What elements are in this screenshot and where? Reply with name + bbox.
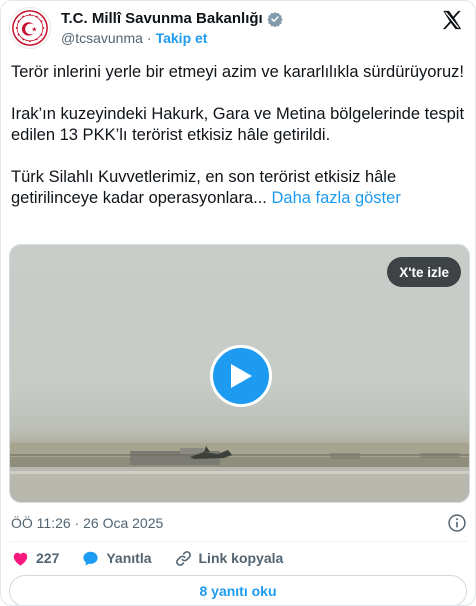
handle-row: @tcsavunma · Takip et [61, 30, 283, 46]
handle-separator: · [146, 30, 152, 46]
tweet-paragraph-last: Türk Silahlı Kuvvetlerimiz, en son terör… [11, 167, 467, 209]
reply-button[interactable]: Yanıtla [81, 549, 152, 568]
author-names: T.C. Millî Savunma Bakanlığı @tcsavunma … [61, 10, 283, 46]
link-icon [175, 550, 191, 566]
copy-link-button[interactable]: Link kopyala [174, 549, 284, 568]
info-icon[interactable] [447, 513, 467, 533]
ministry-emblem-icon [12, 10, 48, 46]
follow-button[interactable]: Takip et [156, 30, 208, 46]
reply-bubble-icon [83, 551, 98, 566]
tweet-card: T.C. Millî Savunma Bakanlığı @tcsavunma … [0, 0, 476, 606]
heart-icon [13, 552, 28, 566]
play-button[interactable] [210, 345, 272, 407]
video-player[interactable]: X'te izle [9, 244, 470, 503]
divider [9, 541, 467, 542]
action-bar: 227 Yanıtla Link kopyala [11, 547, 305, 569]
read-replies-button[interactable]: 8 yanıtı oku [9, 575, 467, 605]
play-icon [231, 364, 252, 388]
avatar[interactable] [9, 7, 51, 49]
tweet-text: Terör inlerini yerle bir etmeyi azim ve … [11, 62, 467, 209]
name-row: T.C. Millî Savunma Bakanlığı [61, 10, 283, 27]
tweet-paragraph: Irak’ın kuzeyindeki Hakurk, Gara ve Meti… [11, 105, 465, 144]
show-more-link[interactable]: Daha fazla göster [271, 189, 400, 207]
tweet-paragraph: Terör inlerini yerle bir etmeyi azim ve … [11, 63, 464, 81]
like-count: 227 [36, 550, 60, 566]
like-button[interactable]: 227 [11, 549, 59, 568]
verified-badge-icon [267, 11, 283, 27]
watch-on-x-button[interactable]: X'te izle [387, 257, 461, 287]
handle[interactable]: @tcsavunma [61, 30, 143, 46]
display-name[interactable]: T.C. Millî Savunma Bakanlığı [61, 10, 263, 27]
tweet-header: T.C. Millî Savunma Bakanlığı @tcsavunma … [9, 7, 467, 53]
tweet-timestamp[interactable]: ÖÖ 11:26 · 26 Oca 2025 [11, 515, 163, 531]
copy-link-label: Link kopyala [198, 550, 284, 566]
x-logo-icon[interactable] [441, 9, 463, 31]
reply-label: Yanıtla [106, 550, 152, 566]
